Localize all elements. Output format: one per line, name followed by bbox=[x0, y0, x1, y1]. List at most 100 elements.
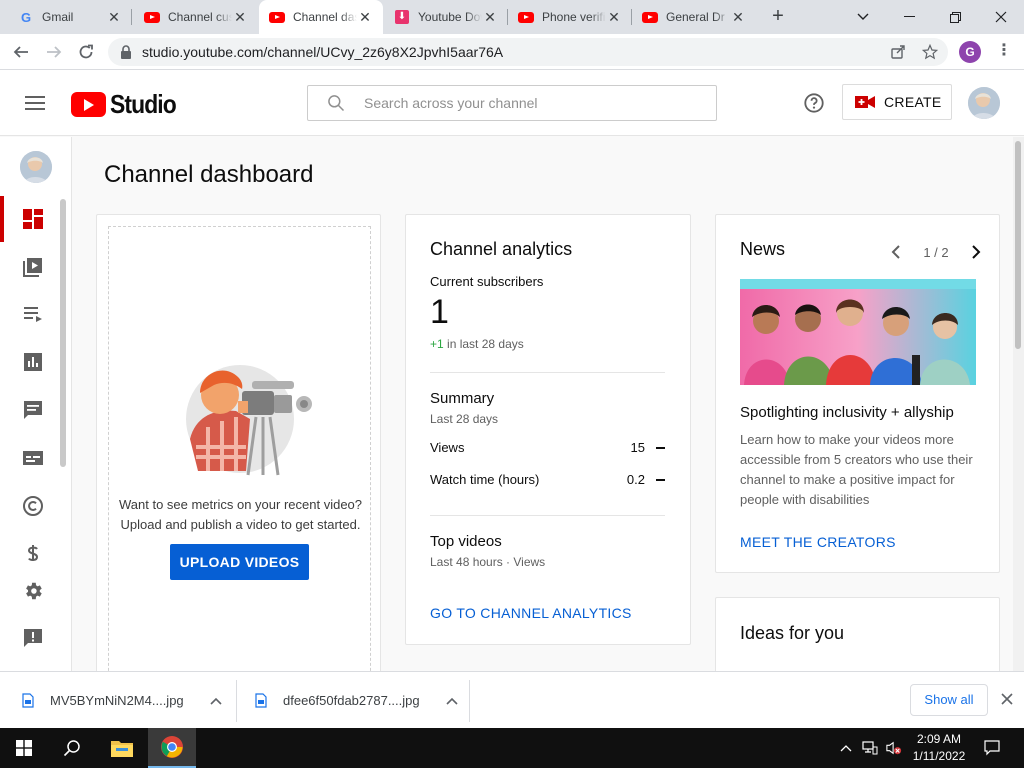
reload-icon[interactable] bbox=[74, 40, 98, 64]
delta-value: +1 bbox=[430, 337, 444, 351]
video-camera-add-icon bbox=[855, 96, 875, 108]
ideas-card: Ideas for you bbox=[715, 597, 1000, 671]
browser-tab-strip: G Gmail ✕ Channel customization ✕ Channe… bbox=[0, 0, 1024, 34]
tab-close-icon[interactable]: ✕ bbox=[357, 9, 373, 25]
divider bbox=[430, 372, 665, 373]
help-icon[interactable] bbox=[803, 92, 825, 114]
sidebar-item-copyright[interactable] bbox=[0, 483, 66, 529]
upload-prompt-line1: Want to see metrics on your recent video… bbox=[118, 497, 363, 512]
youtube-studio-logo[interactable]: Studio bbox=[71, 89, 185, 120]
sidebar-item-content[interactable] bbox=[0, 244, 66, 290]
minimize-window-icon[interactable] bbox=[886, 0, 932, 34]
chevron-left-icon[interactable] bbox=[891, 245, 901, 259]
hamburger-menu-icon[interactable] bbox=[24, 92, 46, 114]
news-pager: 1 / 2 bbox=[891, 243, 981, 261]
metric-value: 15 bbox=[630, 440, 645, 455]
browser-menu-icon[interactable]: ⋮ bbox=[994, 42, 1014, 62]
back-arrow-icon[interactable] bbox=[9, 40, 33, 64]
tab-close-icon[interactable]: ✕ bbox=[482, 9, 498, 25]
tab-close-icon[interactable]: ✕ bbox=[232, 9, 248, 25]
taskbar-search-icon[interactable] bbox=[48, 728, 96, 768]
youtube-favicon-icon bbox=[642, 9, 658, 25]
summary-title: Summary bbox=[430, 390, 495, 407]
tab-close-icon[interactable]: ✕ bbox=[606, 9, 622, 25]
file-explorer-icon[interactable] bbox=[98, 728, 146, 768]
tab-title: Channel customization bbox=[168, 10, 232, 24]
browser-tab-gmail[interactable]: G Gmail ✕ bbox=[8, 0, 132, 34]
tab-search-chevron-icon[interactable] bbox=[840, 0, 886, 34]
create-button[interactable]: CREATE bbox=[842, 84, 952, 120]
meet-the-creators-link[interactable]: MEET THE CREATORS bbox=[740, 534, 896, 550]
browser-tab-channel-dashboard[interactable]: Channel dashboard ✕ bbox=[259, 0, 383, 34]
sidebar-item-dashboard[interactable] bbox=[0, 196, 66, 242]
tab-title: Phone verification bbox=[542, 10, 606, 24]
metric-value: 0.2 bbox=[626, 472, 645, 487]
scrollbar-thumb[interactable] bbox=[1015, 141, 1021, 349]
download-favicon-icon: ⬇ bbox=[394, 9, 410, 25]
search-input[interactable] bbox=[364, 95, 704, 111]
feedback-icon bbox=[24, 629, 42, 647]
upload-videos-button[interactable]: UPLOAD VIDEOS bbox=[170, 544, 309, 580]
search-icon bbox=[328, 95, 345, 112]
top-videos-subtitle: Last 48 hours · Views bbox=[430, 555, 546, 569]
channel-search-box[interactable] bbox=[307, 85, 717, 121]
volume-muted-icon[interactable] bbox=[886, 740, 902, 756]
show-all-downloads-button[interactable]: Show all bbox=[910, 684, 988, 716]
download-item[interactable]: dfee6f50fdab2787....jpg bbox=[255, 672, 459, 729]
tray-chevron-up-icon[interactable] bbox=[838, 740, 854, 756]
restore-window-icon[interactable] bbox=[932, 0, 978, 34]
upload-card: Want to see metrics on your recent video… bbox=[96, 214, 381, 671]
playlist-icon bbox=[24, 307, 42, 322]
channel-avatar[interactable] bbox=[20, 151, 52, 183]
page-scrollbar[interactable] bbox=[1013, 137, 1024, 671]
metric-trend-dash-icon bbox=[656, 479, 665, 481]
windows-start-icon[interactable] bbox=[0, 728, 48, 768]
upload-dropzone: Want to see metrics on your recent video… bbox=[108, 226, 371, 671]
lock-icon[interactable] bbox=[120, 45, 132, 59]
go-to-channel-analytics-link[interactable]: GO TO CHANNEL ANALYTICS bbox=[430, 605, 632, 621]
system-clock[interactable]: 2:09 AM 1/11/2022 bbox=[906, 731, 972, 765]
forward-arrow-icon[interactable] bbox=[42, 40, 66, 64]
sidebar-scrollbar[interactable] bbox=[60, 199, 66, 467]
copyright-icon bbox=[23, 496, 43, 516]
news-title: News bbox=[740, 239, 786, 259]
bookmark-star-icon[interactable] bbox=[920, 42, 940, 62]
sidebar-item-subtitles[interactable] bbox=[0, 435, 66, 481]
account-avatar[interactable] bbox=[968, 87, 1000, 119]
chevron-up-icon[interactable] bbox=[445, 696, 459, 706]
sidebar-item-monetization[interactable] bbox=[0, 531, 66, 561]
network-icon[interactable] bbox=[862, 740, 878, 756]
close-window-icon[interactable] bbox=[978, 0, 1024, 34]
sidebar-item-analytics[interactable] bbox=[0, 339, 66, 385]
image-file-icon bbox=[22, 693, 34, 708]
browser-profile-avatar[interactable]: G bbox=[959, 41, 981, 63]
chevron-right-icon[interactable] bbox=[971, 245, 981, 259]
browser-tab-channel-customization[interactable]: Channel customization ✕ bbox=[134, 0, 258, 34]
sidebar-item-feedback[interactable] bbox=[0, 615, 66, 661]
sidebar-item-comments[interactable] bbox=[0, 387, 66, 433]
download-item[interactable]: MV5BYmNiN2M4....jpg bbox=[22, 672, 223, 729]
sidebar-item-settings[interactable] bbox=[0, 568, 66, 614]
analytics-title: Channel analytics bbox=[430, 239, 573, 259]
chrome-taskbar-icon[interactable] bbox=[148, 728, 196, 768]
browser-tab-youtube-downloader[interactable]: ⬇ Youtube Downloader ✕ bbox=[384, 0, 508, 34]
creators-group-photo-icon bbox=[740, 279, 976, 385]
notification-center-icon[interactable] bbox=[984, 740, 1000, 756]
new-tab-icon[interactable]: + bbox=[766, 5, 790, 29]
summary-period: Last 28 days bbox=[430, 412, 499, 426]
address-bar[interactable]: studio.youtube.com/channel/UCvy_2z6y8X2J… bbox=[108, 38, 948, 66]
sidebar-item-playlists[interactable] bbox=[0, 291, 66, 337]
chevron-up-icon[interactable] bbox=[209, 696, 223, 706]
news-image[interactable] bbox=[740, 279, 976, 385]
tab-close-icon[interactable]: ✕ bbox=[730, 9, 746, 25]
browser-tab-phone-verification[interactable]: Phone verification ✕ bbox=[508, 0, 632, 34]
close-icon[interactable] bbox=[998, 690, 1016, 708]
share-icon[interactable] bbox=[888, 42, 908, 62]
dollar-icon bbox=[27, 545, 39, 561]
ideas-title: Ideas for you bbox=[740, 623, 845, 643]
tab-close-icon[interactable]: ✕ bbox=[106, 9, 122, 25]
browser-tab-general[interactable]: General Dr ✕ bbox=[632, 0, 756, 34]
gear-icon bbox=[26, 582, 42, 600]
metric-name: Watch time (hours) bbox=[430, 472, 540, 487]
analytics-icon bbox=[24, 353, 42, 371]
